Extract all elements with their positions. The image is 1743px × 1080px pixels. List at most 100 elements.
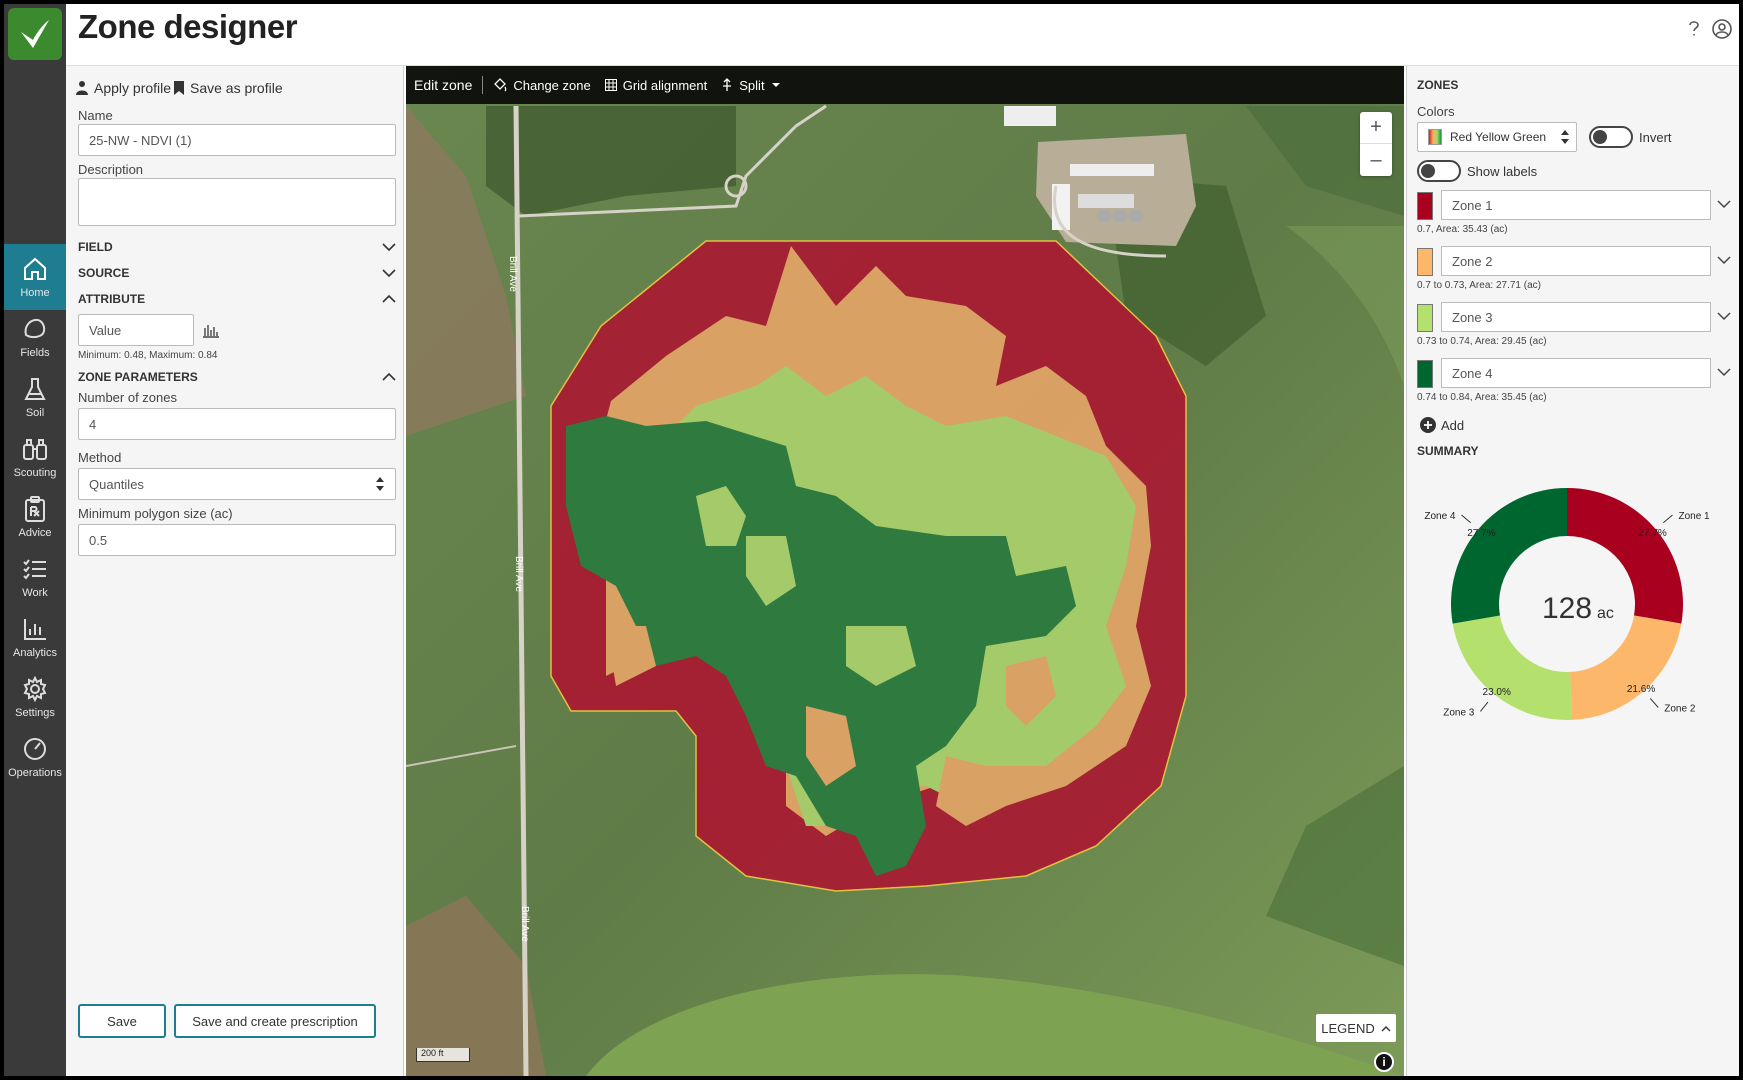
method-label: Method [78,450,122,465]
nav-scouting-label: Scouting [13,467,57,479]
summary-donut-chart: 27.7% Zone 1 21.6% Zone 2 23.0% Zone 3 27.7% Zo… [1424,488,1710,720]
account-icon[interactable] [1711,18,1733,40]
toolbar-divider [482,76,484,94]
nav-home-label: Home [20,287,50,299]
nav-analytics-label: Analytics [12,647,58,659]
donut-zone-name-label-1: Zone 1 [1678,511,1710,522]
nav-scouting[interactable]: Scouting [4,424,66,490]
grid-alignment-label: Grid alignment [622,77,708,93]
help-icon[interactable] [1683,18,1705,40]
clipboard-rx-icon [25,496,45,522]
show-labels-label: Show labels [1467,164,1538,179]
donut-zone-name-label-2: Zone 2 [1664,704,1696,715]
donut-leader-line-zone-1 [1663,514,1673,524]
edit-zone-label: Edit zone [414,77,473,93]
donut-pct-label-zone-1: 27.7% [1638,528,1666,539]
zones-heading: ZONES [1417,78,1459,92]
name-label: Name [78,108,113,123]
nav-operations-label: Operations [8,767,62,779]
split-dropdown[interactable]: Split [721,78,780,93]
attribute-section-header[interactable]: ATTRIBUTE [78,288,396,310]
map-view[interactable]: Brill Ave Brill Ave Brill Ave Edit zone … [406,66,1404,1076]
nav-analytics[interactable]: Analytics [4,604,66,670]
invert-label: Invert [1639,130,1672,145]
zone-2-swatch[interactable] [1417,248,1433,276]
updown-arrows-icon [376,477,384,491]
min-poly-input[interactable]: 0.5 [78,524,396,556]
plus-circle-icon [1420,417,1436,433]
zone-3-name-input[interactable]: Zone 3 [1441,302,1711,332]
zone-2-name-input[interactable]: Zone 2 [1441,246,1711,276]
add-zone-button[interactable]: Add [1419,416,1464,434]
description-input[interactable] [78,178,396,226]
apply-profile-label: Apply profile [94,80,172,96]
source-section-header[interactable]: SOURCE [78,262,396,284]
zone-4-name-input[interactable]: Zone 4 [1441,358,1711,388]
zone-3-swatch[interactable] [1417,304,1433,332]
zoom-out-button[interactable]: – [1360,144,1392,176]
color-palette-select[interactable]: Red Yellow Green [1417,122,1577,152]
zone-1-note: 0.7, Area: 35.43 (ac) [1417,224,1508,235]
apply-profile-button[interactable]: Apply profile [74,80,171,96]
chevron-up-icon [382,372,396,381]
app-frame: Home Fields Soil Scouting Advice Work An… [4,4,1739,1076]
satellite-map[interactable]: Brill Ave Brill Ave Brill Ave [406,66,1404,1076]
donut-zone-name-label-4: Zone 4 [1424,511,1456,522]
show-labels-toggle[interactable] [1417,160,1461,182]
donut-leader-line-zone-2 [1649,698,1659,708]
nav-fields-label: Fields [20,347,50,359]
field-section-header[interactable]: FIELD [78,236,396,258]
name-input[interactable]: 25-NW - NDVI (1) [78,124,396,156]
zoom-control: + – [1360,112,1392,176]
nav-settings[interactable]: Settings [4,664,66,730]
donut-slice-zone-3[interactable] [1452,615,1573,720]
map-toolbar: Edit zone Change zone Grid alignment Spl… [406,66,1404,104]
flask-icon [24,378,46,400]
legend-button[interactable]: LEGEND [1316,1014,1396,1042]
save-as-profile-button[interactable]: Save as profile [172,80,283,96]
chevron-down-icon[interactable] [1716,252,1732,268]
nav-soil-label: Soil [25,407,45,419]
nav-soil[interactable]: Soil [4,364,66,430]
nav-advice-label: Advice [18,527,52,539]
zone-4-note: 0.74 to 0.84, Area: 35.45 (ac) [1417,392,1547,403]
grid-icon [604,79,617,91]
attribute-select[interactable]: Value [78,314,194,346]
chevron-down-icon[interactable] [1716,364,1732,380]
save-as-profile-label: Save as profile [190,80,283,96]
nav-work[interactable]: Work [4,544,66,610]
save-and-create-prescription-button[interactable]: Save and create prescription [174,1004,376,1038]
updown-arrows-icon [1561,130,1569,144]
zone-row-1: Zone 1 0.7, Area: 35.43 (ac) [1417,190,1732,248]
zone-params-section-header[interactable]: ZONE PARAMETERS [78,366,396,388]
save-button[interactable]: Save [78,1004,166,1038]
chevron-down-icon[interactable] [1716,308,1732,324]
grid-alignment-button[interactable]: Grid alignment [604,77,708,93]
nav-operations[interactable]: Operations [4,724,66,790]
zone-row-2: Zone 2 0.7 to 0.73, Area: 27.71 (ac) [1417,246,1732,304]
zoom-in-button[interactable]: + [1360,112,1392,144]
zone-4-swatch[interactable] [1417,360,1433,388]
zone-1-swatch[interactable] [1417,192,1433,220]
invert-toggle[interactable] [1589,126,1633,148]
method-select[interactable]: Quantiles [78,468,396,500]
app-logo[interactable] [8,8,62,60]
nav-home[interactable]: Home [4,244,66,310]
chevron-down-icon[interactable] [1716,196,1732,212]
side-nav: Home Fields Soil Scouting Advice Work An… [4,4,66,1076]
histogram-icon[interactable] [202,322,220,338]
change-zone-button[interactable]: Change zone [493,78,591,93]
nav-fields[interactable]: Fields [4,304,66,370]
chevron-down-icon [382,243,396,252]
info-icon[interactable]: i [1374,1052,1394,1072]
attribute-section-label: ATTRIBUTE [78,292,146,306]
road-label-1: Brill Ave [507,256,518,292]
zone-1-name-input[interactable]: Zone 1 [1441,190,1711,220]
bar-chart-icon [24,619,46,640]
road-label-2: Brill Ave [513,556,524,592]
nav-advice[interactable]: Advice [4,484,66,550]
bookmark-icon [174,81,184,95]
num-zones-input[interactable]: 4 [78,408,396,440]
gear-icon [23,675,47,703]
gauge-icon [24,738,46,760]
